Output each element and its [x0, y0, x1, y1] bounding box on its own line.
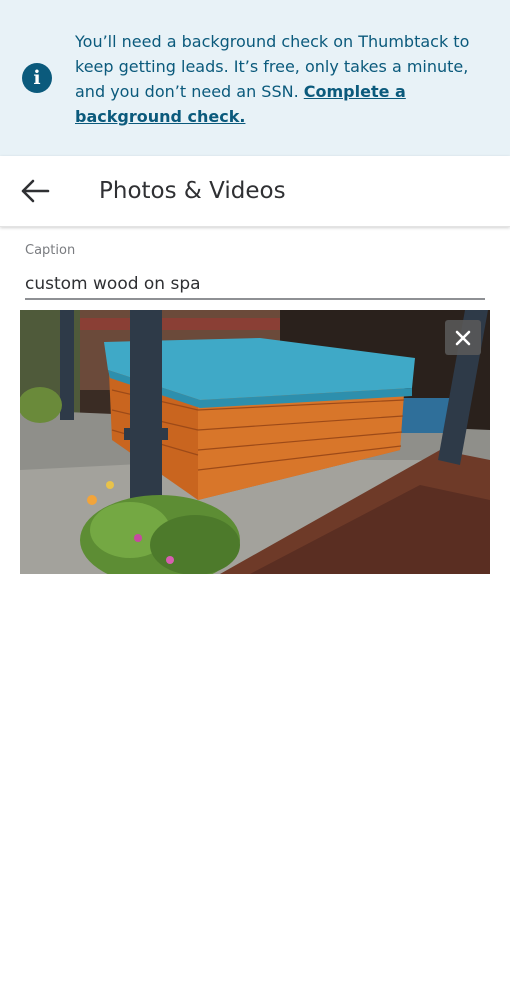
remove-photo-button[interactable]	[445, 320, 481, 355]
close-icon	[455, 330, 471, 346]
caption-label: Caption	[25, 243, 76, 258]
page-header: Photos & Videos	[0, 156, 510, 227]
back-button[interactable]	[15, 173, 55, 209]
page-title: Photos & Videos	[99, 178, 286, 204]
uploaded-photo	[20, 310, 490, 574]
background-check-banner: i You’ll need a background check on Thum…	[0, 0, 510, 156]
banner-message: You’ll need a background check on Thumbt…	[75, 29, 490, 129]
info-icon: i	[22, 63, 52, 93]
caption-input[interactable]	[25, 270, 485, 300]
hot-tub-photo	[20, 310, 490, 574]
back-arrow-icon	[21, 179, 50, 203]
banner-message-text: You’ll need a background check on Thumbt…	[75, 32, 470, 101]
